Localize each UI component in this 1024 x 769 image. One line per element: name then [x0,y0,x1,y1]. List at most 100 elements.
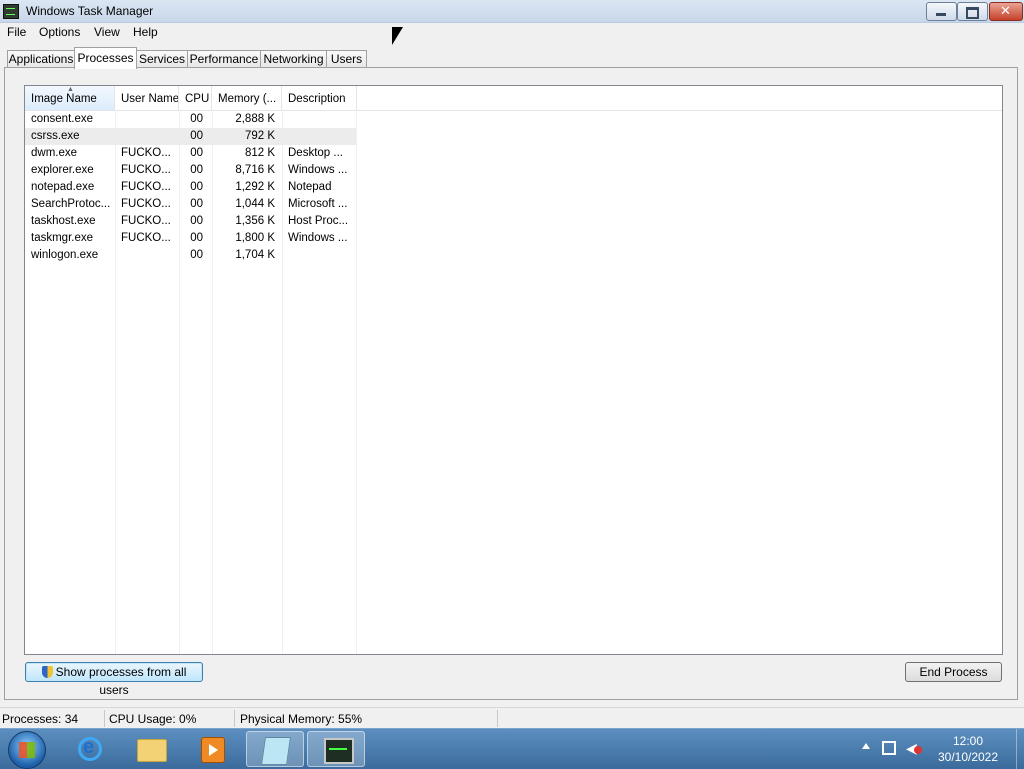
image-name-cell: taskhost.exe [31,215,96,227]
status-divider [104,710,105,727]
menu-bar: File Options View Help [0,23,1024,42]
cpu-cell: 00 [190,215,203,227]
table-row[interactable]: consent.exe 00 2,888 K [25,111,356,128]
clock-date: 30/10/2022 [937,750,999,764]
column-cpu-label: CPU [185,93,210,105]
memory-cell: 1,800 K [235,232,275,244]
taskbar: ◀ 12:00 30/10/2022 [0,728,1024,769]
table-row[interactable]: dwm.exe FUCKO... 00 812 K Desktop ... [25,145,356,162]
memory-cell: 1,292 K [235,181,275,193]
memory-cell: 8,716 K [235,164,275,176]
column-cpu[interactable]: CPU [179,86,212,110]
image-name-cell: SearchProtoc... [31,198,111,210]
column-divider [356,110,357,654]
restore-icon [966,7,979,19]
user-name-cell: FUCKO... [121,164,171,176]
taskbar-notepad[interactable] [246,731,304,767]
restore-button[interactable] [957,2,988,21]
memory-cell: 1,704 K [235,249,275,261]
cpu-cell: 00 [190,164,203,176]
column-description-label: Description [288,93,346,105]
status-divider [497,710,498,727]
user-name-cell: FUCKO... [121,215,171,227]
show-hidden-icons-arrow-icon[interactable] [862,743,870,749]
image-name-cell: dwm.exe [31,147,78,159]
folder-icon [137,739,167,762]
taskbar-media-player[interactable] [183,731,241,767]
title-bar[interactable]: Windows Task Manager ✕ [0,0,1024,23]
memory-cell: 792 K [244,130,275,142]
column-memory-label: Memory (... [218,93,277,105]
table-row[interactable]: notepad.exe FUCKO... 00 1,292 K Notepad [25,179,356,196]
show-desktop-button[interactable] [1016,729,1024,769]
taskbar-windows-explorer[interactable] [122,731,180,767]
notepad-icon [261,737,291,765]
tab-processes[interactable]: Processes [74,47,137,69]
close-button[interactable]: ✕ [989,2,1023,21]
table-row[interactable]: taskhost.exe FUCKO... 00 1,356 K Host Proc..… [25,213,356,230]
status-bar: Processes: 34 CPU Usage: 0% Physical Mem… [0,707,1024,729]
menu-help[interactable]: Help [133,25,158,39]
tab-services[interactable]: Services [136,50,188,68]
list-header: ▲ Image Name User Name CPU Memory (... D… [25,86,1002,111]
description-cell: Host Proc... [288,215,349,227]
table-row[interactable]: explorer.exe FUCKO... 00 8,716 K Windows ... [25,162,356,179]
menu-view[interactable]: View [94,25,120,39]
minimize-button[interactable] [926,2,957,21]
mouse-cursor-icon [392,27,403,45]
show-processes-all-users-button[interactable]: Show processes from all users [25,662,203,697]
process-list[interactable]: ▲ Image Name User Name CPU Memory (... D… [24,85,1003,655]
cpu-cell: 00 [190,113,203,125]
column-user-name-label: User Name [121,93,179,105]
menu-options[interactable]: Options [39,25,80,39]
user-name-cell: FUCKO... [121,198,171,210]
uac-shield-icon [41,666,53,678]
description-cell: Windows ... [288,232,348,244]
menu-file[interactable]: File [7,25,26,39]
start-button[interactable] [8,731,46,769]
minimize-icon [936,13,946,16]
taskbar-internet-explorer[interactable] [61,731,119,767]
image-name-cell: notepad.exe [31,181,95,193]
image-name-cell: csrss.exe [31,130,80,142]
tab-container: Applications Processes Services Performa… [0,42,1024,768]
column-image-name[interactable]: ▲ Image Name [25,86,115,110]
tab-users[interactable]: Users [326,50,367,68]
network-icon[interactable] [882,741,896,755]
task-manager-icon [324,738,354,764]
tab-networking[interactable]: Networking [260,50,327,68]
processes-panel: ▲ Image Name User Name CPU Memory (... D… [4,67,1018,700]
tab-applications[interactable]: Applications [7,50,75,68]
cpu-cell: 00 [190,147,203,159]
status-divider [234,710,235,727]
memory-cell: 1,356 K [235,215,275,227]
internet-explorer-icon [78,736,102,761]
table-row[interactable]: winlogon.exe 00 1,704 K [25,247,356,264]
memory-cell: 2,888 K [235,113,275,125]
memory-cell: 1,044 K [235,198,275,210]
table-row[interactable]: csrss.exe 00 792 K [25,128,356,145]
column-description[interactable]: Description [282,86,357,110]
description-cell: Notepad [288,181,332,193]
cpu-cell: 00 [190,232,203,244]
table-row[interactable]: SearchProtoc... FUCKO... 00 1,044 K Microsof… [25,196,356,213]
table-row[interactable]: taskmgr.exe FUCKO... 00 1,800 K Windows ... [25,230,356,247]
description-cell: Microsoft ... [288,198,348,210]
system-clock[interactable]: 12:00 30/10/2022 [926,733,1010,765]
show-processes-all-users-label: Show processes from all users [55,665,187,697]
window-title: Windows Task Manager [26,4,154,18]
tab-performance[interactable]: Performance [187,50,261,68]
column-memory[interactable]: Memory (... [212,86,282,110]
description-cell: Desktop ... [288,147,343,159]
image-name-cell: taskmgr.exe [31,232,93,244]
column-user-name[interactable]: User Name [115,86,179,110]
taskbar-task-manager[interactable] [307,731,365,767]
image-name-cell: consent.exe [31,113,94,125]
image-name-cell: winlogon.exe [31,249,99,261]
status-processes: Processes: 34 [2,712,79,726]
end-process-button[interactable]: End Process [905,662,1002,682]
task-manager-app-icon[interactable] [3,4,19,19]
status-cpu-usage: CPU Usage: 0% [109,712,197,726]
user-name-cell: FUCKO... [121,181,171,193]
column-image-name-label: Image Name [31,93,97,105]
